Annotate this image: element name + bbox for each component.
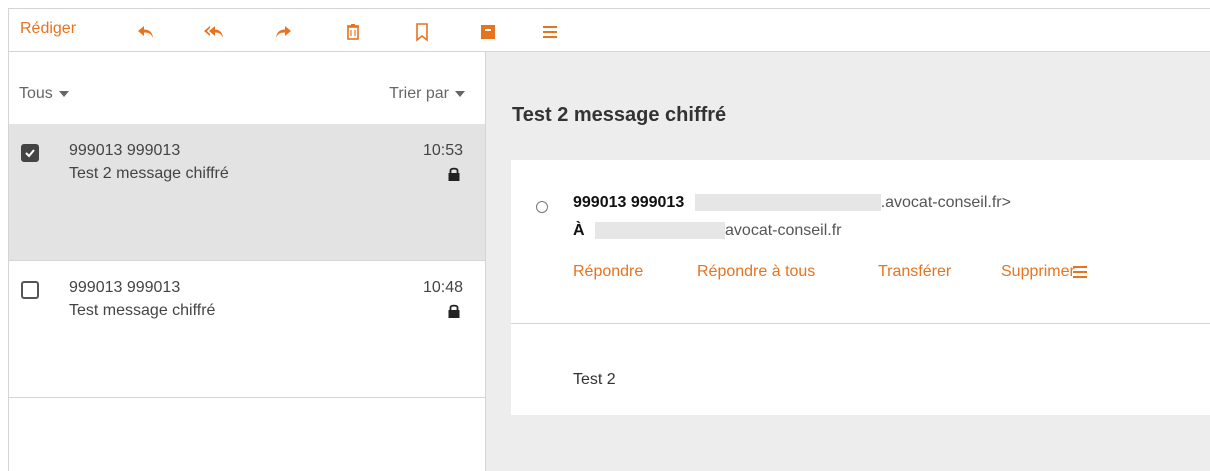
recipient-domain: avocat-conseil.fr [725,222,842,239]
more-actions-icon[interactable] [1071,263,1089,281]
forward-button[interactable]: Transférer [878,263,951,281]
message-header: 999013 999013 .avocat-conseil.fr> À avoc… [511,160,1210,324]
sender-domain: .avocat-conseil.fr> [880,194,1011,211]
message-time: 10:48 [422,279,463,296]
list-filter-bar: Tous Trier par [9,52,485,124]
message-list-panel: Tous Trier par 999013 999013 Test 2 mess… [8,52,486,471]
bookmark-icon[interactable] [411,21,433,43]
message-title: Test 2 message chiffré [512,104,727,126]
trash-icon[interactable] [342,21,364,43]
message-subject: Test message chiffré [69,302,216,319]
checkmark-icon [25,149,35,158]
reading-pane: Test 2 message chiffré 999013 999013 .av… [486,52,1210,471]
redacted-email [694,194,881,212]
sort-label: Trier par [389,85,449,102]
to-row: À avocat-conseil.fr [573,222,842,240]
delete-button[interactable]: Supprimer [1001,263,1075,281]
list-item[interactable]: 999013 999013 Test 2 message chiffré 10:… [9,124,485,261]
message-card: 999013 999013 .avocat-conseil.fr> À avoc… [511,160,1210,415]
redacted-email [595,222,726,240]
menu-icon[interactable] [539,21,561,43]
sort-dropdown[interactable]: Trier par [389,85,465,103]
message-checkbox[interactable] [21,144,39,162]
compose-button[interactable]: Rédiger [20,20,76,38]
to-label: À [573,222,585,239]
message-sender: 999013 999013 [69,279,181,296]
sender-name: 999013 999013 [573,194,685,211]
reply-all-icon[interactable] [203,21,225,43]
caret-down-icon [58,90,69,97]
lock-icon [447,303,461,319]
archive-icon[interactable] [477,21,499,43]
message-subject: Test 2 message chiffré [69,165,229,182]
forward-icon[interactable] [272,21,294,43]
reply-button[interactable]: Répondre [573,263,643,281]
message-body: Test 2 [573,371,616,388]
from-row: 999013 999013 .avocat-conseil.fr> [573,194,1011,212]
message-sender: 999013 999013 [69,142,181,159]
reply-all-button[interactable]: Répondre à tous [697,263,815,281]
message-time: 10:53 [422,142,463,159]
reply-icon[interactable] [135,21,157,43]
caret-down-icon [455,90,465,97]
list-item[interactable]: 999013 999013 Test message chiffré 10:48 [9,261,485,398]
filter-label: Tous [19,85,53,102]
lock-icon [447,166,461,182]
select-radio[interactable] [536,201,548,213]
filter-dropdown[interactable]: Tous [19,85,69,103]
message-checkbox[interactable] [21,281,39,299]
toolbar: Rédiger [8,8,1210,52]
